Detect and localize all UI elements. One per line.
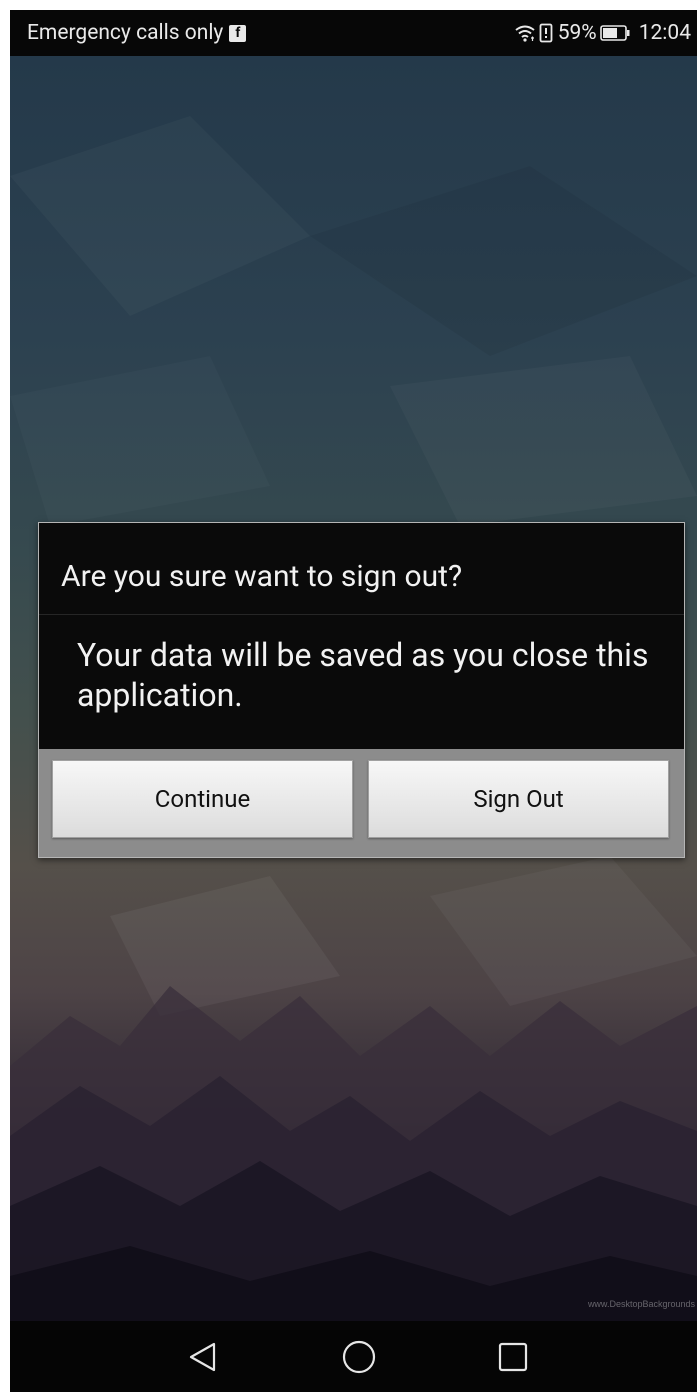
data-saver-icon	[539, 23, 553, 43]
dialog-divider	[39, 614, 684, 615]
sign-out-button[interactable]: Sign Out	[368, 760, 669, 838]
status-right: 59% 12:04	[514, 21, 691, 45]
dialog-message: Your data will be saved as you close thi…	[77, 636, 649, 714]
status-bar: Emergency calls only f 59% 12:04	[10, 10, 697, 56]
dialog-title: Are you sure want to sign out?	[61, 559, 463, 594]
recents-button[interactable]	[491, 1335, 535, 1379]
home-button[interactable]	[337, 1335, 381, 1379]
battery-percent: 59%	[557, 21, 597, 45]
watermark: www.DesktopBackgrounds	[587, 1299, 695, 1309]
wifi-icon	[514, 24, 536, 42]
phone-screen: Emergency calls only f 59% 12:04 www.Des…	[10, 10, 697, 1392]
continue-button[interactable]: Continue	[52, 760, 353, 838]
carrier-text: Emergency calls only	[27, 21, 224, 45]
back-button[interactable]	[181, 1335, 225, 1379]
recents-icon	[498, 1342, 528, 1372]
dialog-content: Are you sure want to sign out? Your data…	[39, 523, 684, 749]
clock: 12:04	[638, 21, 691, 45]
sign-out-dialog: Are you sure want to sign out? Your data…	[38, 522, 685, 858]
back-icon	[189, 1342, 216, 1372]
home-icon	[342, 1340, 376, 1374]
battery-icon	[599, 25, 630, 41]
navigation-bar	[10, 1321, 697, 1392]
status-left: Emergency calls only f	[27, 21, 247, 45]
facebook-icon: f	[229, 24, 247, 42]
